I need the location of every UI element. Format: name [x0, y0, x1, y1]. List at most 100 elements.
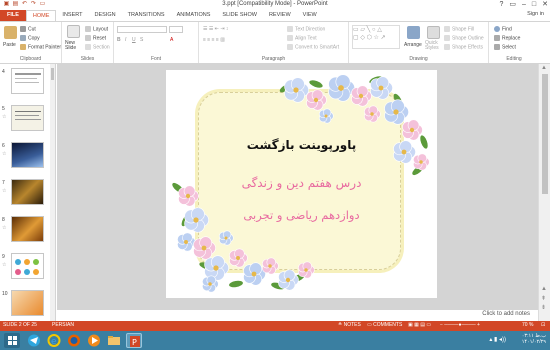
- flower-icon: [328, 74, 355, 102]
- notes-button[interactable]: ≙ NOTES: [338, 322, 361, 328]
- shapes-gallery[interactable]: ▭ ▱ ╲ ○ △ ▢ ◇ ⬡ ☆ ↗: [352, 25, 400, 49]
- replace-button[interactable]: Replace: [494, 35, 520, 41]
- view-buttons[interactable]: ▣ ▦ ▤ ▭: [408, 322, 431, 328]
- tray-icons[interactable]: ▴ ▮ ◂)): [489, 336, 506, 343]
- flower-icon: [193, 236, 216, 260]
- thumbnail-row[interactable]: 6 ☆: [2, 141, 54, 171]
- comments-button[interactable]: ▭ COMMENTS: [367, 322, 402, 328]
- bold-button[interactable]: B: [117, 37, 121, 43]
- shape-fill-button[interactable]: Shape Fill: [444, 26, 474, 32]
- minimize-icon[interactable]: –: [522, 0, 526, 10]
- new-slide-button[interactable]: New Slide: [65, 41, 85, 51]
- thumbnail-row[interactable]: 10: [2, 289, 54, 319]
- language-indicator[interactable]: PERSIAN: [52, 322, 74, 328]
- font-family-select[interactable]: [117, 26, 167, 33]
- thumbnail-image[interactable]: [11, 216, 44, 242]
- scroll-up-icon[interactable]: ▲: [541, 65, 547, 71]
- copy-button[interactable]: Copy: [20, 35, 40, 41]
- tab-home[interactable]: HOME: [25, 10, 57, 21]
- sign-in-link[interactable]: Sign in: [527, 11, 544, 17]
- scroll-up-icon[interactable]: ▲: [541, 286, 547, 292]
- font-color-button[interactable]: A: [170, 37, 173, 43]
- thumbnail-image[interactable]: [11, 105, 44, 131]
- taskbar-app-media-player[interactable]: [86, 333, 102, 348]
- thumbnail-row[interactable]: 7 ☆: [2, 178, 54, 208]
- taskbar-app-file-explorer[interactable]: [106, 333, 122, 348]
- thumbnail-image[interactable]: [11, 179, 44, 205]
- thumbnail-number: 4: [2, 69, 5, 75]
- start-button[interactable]: [4, 333, 20, 348]
- thumbnail-row[interactable]: 8 ☆: [2, 215, 54, 245]
- taskbar-app-firefox[interactable]: [66, 333, 82, 348]
- taskbar-app-ie[interactable]: e: [46, 333, 62, 348]
- help-icon[interactable]: ?: [499, 0, 503, 10]
- tab-animations[interactable]: ANIMATIONS: [171, 10, 217, 21]
- flower-icon: [384, 99, 409, 125]
- taskbar-app-powerpoint[interactable]: P: [126, 333, 142, 348]
- section-button[interactable]: Section: [85, 44, 110, 50]
- paste-icon: [4, 26, 17, 39]
- flower-icon: [243, 262, 266, 286]
- format-painter-button[interactable]: Format Painter: [20, 44, 61, 50]
- thumbnail-image[interactable]: [11, 68, 44, 94]
- shape-outline-icon: [444, 35, 450, 41]
- select-label: Select: [502, 44, 516, 51]
- slide-title[interactable]: پاورپوینت بازگشت: [166, 138, 437, 152]
- align-text-button[interactable]: Align Text: [287, 35, 317, 41]
- tab-design[interactable]: DESIGN: [89, 10, 122, 21]
- maximize-icon[interactable]: □: [532, 0, 536, 10]
- select-button[interactable]: Select: [494, 44, 516, 50]
- font-size-select[interactable]: [169, 26, 183, 33]
- shape-effects-button[interactable]: Shape Effects: [444, 44, 483, 50]
- shape-outline-button[interactable]: Shape Outline: [444, 35, 484, 41]
- tab-slide-show[interactable]: SLIDE SHOW: [216, 10, 263, 21]
- notes-bar[interactable]: Click to add notes: [57, 310, 538, 321]
- italic-button[interactable]: I: [125, 37, 126, 43]
- tab-file[interactable]: FILE: [0, 10, 26, 21]
- find-button[interactable]: Find: [494, 26, 512, 32]
- arrange-button[interactable]: Arrange: [404, 42, 422, 48]
- tab-insert[interactable]: INSERT: [56, 10, 88, 21]
- zoom-level[interactable]: 70 %: [522, 322, 533, 328]
- previous-slide-icon[interactable]: ⇞: [541, 295, 546, 302]
- thumbnails-scrollbar-thumb[interactable]: [51, 68, 54, 80]
- layout-button[interactable]: Layout: [85, 26, 108, 32]
- slide-thumbnails-pane[interactable]: 4 5 ☆ 6 ☆ 7 ☆ 8 ☆ 9 ☆ 10: [0, 64, 56, 321]
- paste-button[interactable]: Paste: [3, 42, 16, 48]
- thumbnail-image[interactable]: [11, 253, 44, 279]
- thumbnail-image[interactable]: [11, 142, 44, 168]
- canvas-scrollbar-thumb[interactable]: [542, 74, 548, 194]
- shape-effects-icon: [444, 44, 450, 50]
- notes-placeholder[interactable]: Click to add notes: [482, 311, 530, 317]
- tab-review[interactable]: REVIEW: [263, 10, 297, 21]
- slide-grade-text[interactable]: دوازدهم ریاضی و تجربی: [166, 208, 437, 222]
- reset-button[interactable]: Reset: [85, 35, 106, 41]
- tab-transitions[interactable]: TRANSITIONS: [122, 10, 171, 21]
- cut-button[interactable]: Cut: [20, 26, 36, 32]
- bullets-button[interactable]: ☰ ☰ ⇤ ⇥ ↕: [203, 26, 228, 32]
- next-slide-icon[interactable]: ⇟: [541, 304, 546, 311]
- paragraph-group: ☰ ☰ ⇤ ⇥ ↕ ≡ ≡ ≡ ≡ ▥ Text Direction Align…: [199, 22, 349, 63]
- strikethrough-button[interactable]: S: [140, 37, 143, 43]
- slide-subtitle[interactable]: درس هفتم دین و زندگی: [166, 176, 437, 190]
- thumbnail-row[interactable]: 5 ☆: [2, 104, 54, 134]
- thumbnail-image[interactable]: [11, 290, 44, 316]
- zoom-slider[interactable]: − ────●──── +: [440, 322, 480, 328]
- tab-view[interactable]: VIEW: [297, 10, 323, 21]
- slide[interactable]: پاورپوینت بازگشت درس هفتم دین و زندگی دو…: [166, 70, 437, 298]
- canvas-vertical-scrollbar[interactable]: ▲ ▲ ⇞ ⇟: [538, 64, 550, 321]
- system-tray[interactable]: ۰۳:۱۱ ب.ظ ۱۴۰۱/۰۲/۲۹: [522, 333, 546, 345]
- convert-smartart-button[interactable]: Convert to SmartArt: [287, 44, 339, 50]
- fit-slide-icon[interactable]: ⊡: [541, 322, 545, 328]
- taskbar-app-telegram[interactable]: [26, 333, 42, 348]
- thumbnail-row[interactable]: 9 ☆: [2, 252, 54, 282]
- underline-button[interactable]: U: [132, 37, 136, 43]
- thumbnails-scrollbar[interactable]: [50, 64, 55, 321]
- quick-styles-button[interactable]: Quick Styles: [425, 41, 441, 51]
- thumbnail-number: 9: [2, 254, 5, 260]
- ribbon-display-options-icon[interactable]: ▭: [509, 0, 516, 10]
- align-buttons[interactable]: ≡ ≡ ≡ ≡ ▥: [203, 37, 225, 43]
- close-icon[interactable]: ✕: [542, 0, 548, 10]
- text-direction-button[interactable]: Text Direction: [287, 26, 325, 32]
- thumbnail-row[interactable]: 4: [2, 67, 54, 97]
